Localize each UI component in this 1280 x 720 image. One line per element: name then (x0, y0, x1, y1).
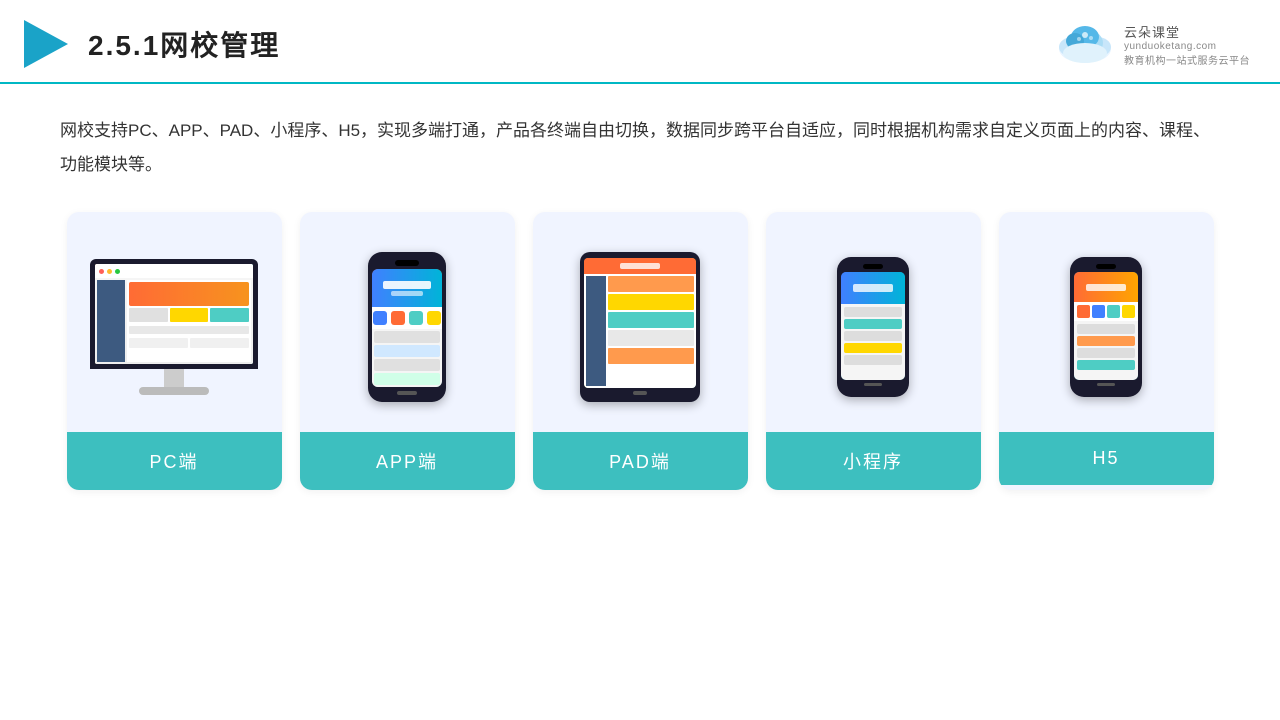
device-cards: PC端 (60, 212, 1220, 490)
card-pad: PAD端 (533, 212, 748, 490)
main-content: 网校支持PC、APP、PAD、小程序、H5，实现多端打通，产品各终端自由切换，数… (0, 84, 1280, 510)
card-app-label: APP端 (300, 432, 515, 490)
pc-mockup (90, 259, 258, 395)
page-title: 2.5.1网校管理 (88, 24, 280, 64)
play-icon (20, 18, 72, 70)
header: 2.5.1网校管理 云朵课堂 yunduoketang.com (0, 0, 1280, 84)
header-left: 2.5.1网校管理 (20, 18, 280, 70)
card-miniapp: 小程序 (766, 212, 981, 490)
miniapp-mockup (837, 257, 909, 397)
card-pad-image (533, 212, 748, 432)
card-pad-label: PAD端 (533, 432, 748, 490)
logo-name: 云朵课堂 (1124, 22, 1180, 41)
logo-tagline: 教育机构一站式服务云平台 (1124, 52, 1250, 67)
pad-mockup (580, 252, 700, 402)
card-app-image (300, 212, 515, 432)
logo-domain: yunduoketang.com (1124, 41, 1217, 52)
card-miniapp-image (766, 212, 981, 432)
logo-area: 云朵课堂 yunduoketang.com 教育机构一站式服务云平台 (1053, 22, 1250, 67)
app-mockup (368, 252, 446, 402)
card-pc-image (67, 212, 282, 432)
h5-mockup (1070, 257, 1142, 397)
logo-text: 云朵课堂 yunduoketang.com 教育机构一站式服务云平台 (1124, 22, 1250, 67)
card-app: APP端 (300, 212, 515, 490)
card-pc: PC端 (67, 212, 282, 490)
card-pc-label: PC端 (67, 432, 282, 490)
cloud-logo-icon (1053, 23, 1118, 65)
card-h5-label: H5 (999, 432, 1214, 485)
card-miniapp-label: 小程序 (766, 432, 981, 490)
description-text: 网校支持PC、APP、PAD、小程序、H5，实现多端打通，产品各终端自由切换，数… (60, 114, 1220, 182)
card-h5: H5 (999, 212, 1214, 490)
card-h5-image (999, 212, 1214, 432)
